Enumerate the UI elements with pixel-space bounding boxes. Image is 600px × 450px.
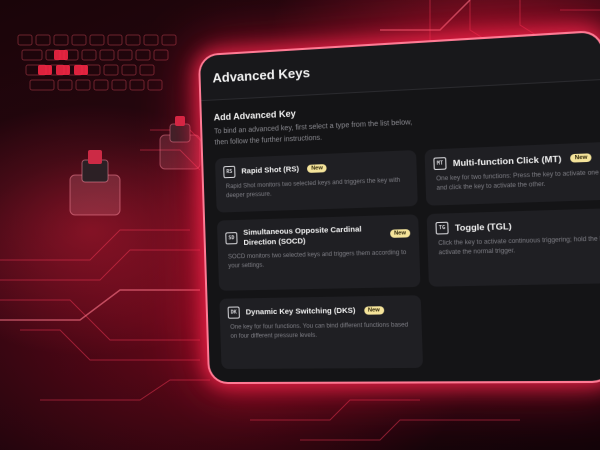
card-description: SOCD monitors two selected keys and trig… xyxy=(227,249,407,270)
card-rapid-shot[interactable]: RS Rapid Shot (RS) New Rapid Shot monito… xyxy=(215,150,418,213)
new-badge: New xyxy=(363,306,385,315)
panel-title: Advanced Keys xyxy=(212,64,311,86)
card-dynamic-key-switching[interactable]: DK Dynamic Key Switching (DKS) New One k… xyxy=(219,295,424,369)
card-socd[interactable]: SD Simultaneous Opposite Cardinal Direct… xyxy=(216,214,421,291)
card-description: One key for two functions: Press the key… xyxy=(436,169,600,192)
card-description: One key for four functions. You can bind… xyxy=(230,322,409,340)
new-badge: New xyxy=(570,153,593,163)
rapid-shot-icon: RS xyxy=(223,165,236,179)
card-description: Click the key to activate continuous tri… xyxy=(438,235,600,257)
card-title: Simultaneous Opposite Cardinal Direction… xyxy=(243,224,362,247)
card-title: Rapid Shot (RS) xyxy=(241,164,300,176)
toggle-icon: TG xyxy=(435,221,449,235)
dynamic-key-switching-icon: DK xyxy=(227,306,240,319)
card-description: Rapid Shot monitors two selected keys an… xyxy=(225,177,401,200)
card-multi-function-click[interactable]: MT Multi-function Click (MT) New One key… xyxy=(424,140,600,206)
advanced-keys-panel: Advanced Keys Add Advanced Key To bind a… xyxy=(199,31,600,383)
section-description: To bind an advanced key, first select a … xyxy=(214,119,413,147)
card-title: Toggle (TGL) xyxy=(454,220,512,233)
socd-icon: SD xyxy=(225,232,238,245)
card-title: Dynamic Key Switching (DKS) xyxy=(245,305,356,317)
multi-function-click-icon: MT xyxy=(433,157,447,171)
advanced-key-type-list: RS Rapid Shot (RS) New Rapid Shot monito… xyxy=(215,140,600,369)
card-toggle[interactable]: TG Toggle (TGL) Click the key to activat… xyxy=(426,207,600,287)
new-badge: New xyxy=(389,229,411,238)
new-badge: New xyxy=(307,164,328,173)
card-title: Multi-function Click (MT) xyxy=(452,153,562,169)
